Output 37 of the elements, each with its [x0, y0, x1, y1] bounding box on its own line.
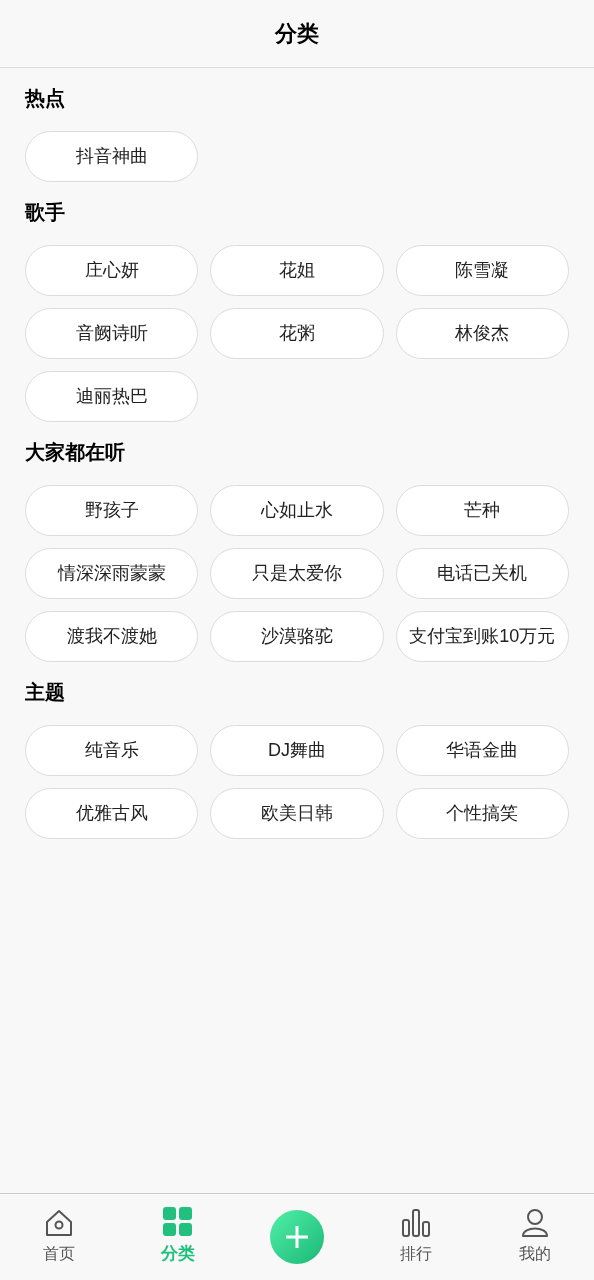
section-title: 热点: [25, 87, 65, 109]
nav-tab[interactable]: 排行: [356, 1208, 476, 1266]
section-title: 歌手: [25, 201, 65, 223]
tag-chip[interactable]: 渡我不渡她: [25, 611, 199, 662]
tag-chip[interactable]: 陈雪凝: [395, 245, 569, 296]
home-icon: [44, 1208, 75, 1238]
tag-chip[interactable]: 纯音乐: [25, 725, 199, 776]
tag-chip[interactable]: 芒种: [395, 485, 569, 536]
tag-chip[interactable]: 迪丽热巴: [25, 371, 199, 422]
person-icon: [519, 1208, 550, 1238]
tag-chip[interactable]: 心如止水: [210, 485, 384, 536]
nav-tab[interactable]: 首页: [0, 1208, 119, 1266]
tag-chip[interactable]: 庄心妍: [25, 245, 199, 296]
nav-tab[interactable]: 我的: [475, 1208, 594, 1266]
tag-chip[interactable]: 欧美日韩: [210, 788, 384, 839]
tag-chip[interactable]: 野孩子: [25, 485, 199, 536]
tag-chip[interactable]: 音阙诗听: [25, 308, 199, 359]
tag-chip[interactable]: DJ舞曲: [210, 725, 384, 776]
add-button[interactable]: [270, 1210, 324, 1264]
tag-chip[interactable]: 只是太爱你: [210, 548, 384, 599]
tag-chip[interactable]: 沙漠骆驼: [210, 611, 384, 662]
tag-chip[interactable]: 优雅古风: [25, 788, 199, 839]
tag-chip[interactable]: 华语金曲: [395, 725, 569, 776]
plus-icon: [285, 1225, 309, 1249]
tag-chip[interactable]: 抖音神曲: [25, 131, 199, 182]
page-title: 分类: [275, 20, 319, 48]
tag-chip[interactable]: 花粥: [210, 308, 384, 359]
tag-chip[interactable]: 个性搞笑: [395, 788, 569, 839]
tag-chip[interactable]: 情深深雨蒙蒙: [25, 548, 199, 599]
tag-chip[interactable]: 电话已关机: [395, 548, 569, 599]
grid-icon: [163, 1207, 194, 1238]
tag-chip[interactable]: 林俊杰: [395, 308, 569, 359]
section-title: 大家都在听: [25, 441, 125, 463]
tag-chip[interactable]: 花姐: [210, 245, 384, 296]
tag-chip[interactable]: 支付宝到账10万元: [395, 611, 569, 662]
bar-chart-icon: [400, 1208, 431, 1238]
section-title: 主题: [25, 681, 65, 703]
